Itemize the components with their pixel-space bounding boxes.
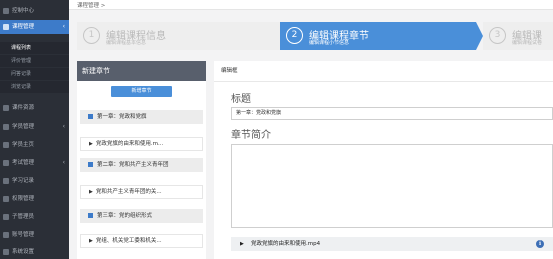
sidebar-item-label: 子管理员 [12,214,35,220]
chapter-item[interactable]: 第二章：党和共产主义青年团 [80,158,203,172]
sidebar-item-learning-records[interactable]: 学习记录 [0,174,69,188]
chapter-item[interactable]: 第三章：党的组织形式 [80,209,203,223]
sidebar-item-course-management[interactable]: 课程管理 ‹ [0,20,69,34]
file-icon [3,105,9,111]
chapter-item[interactable]: 第一章：党政和党旗 [80,110,203,124]
step-1[interactable]: 1 编辑课程信息 编辑课程基本信息 [77,22,280,50]
sidebar-item-dashboard[interactable]: 控制中心 [0,4,69,18]
editor-panel: 编辑框 标题 第一章：党政和党旗 章节简介 ▶ 党政党旗的由来和使用.mp4 i [214,61,553,259]
sidebar-subitem-browse[interactable]: 浏览记录 [0,81,69,93]
step-subtitle: 编辑课程小节信息 [309,40,350,46]
dollar-icon [3,232,9,238]
sidebar-item-label: 账号管理 [12,232,35,238]
chevron-left-icon: ‹ [62,159,65,166]
step-number: 3 [489,27,506,44]
video-file-name: 党政党旗的由来和使用.mp4 [251,241,321,247]
sidebar-item-accounts[interactable]: 账号管理 [0,228,69,242]
sidebar-item-label: 系统设置 [12,249,35,255]
chapter-title: 第三章：党的组织形式 [97,213,153,219]
editor-header: 编辑框 [214,61,553,82]
section-item[interactable]: ▶ 党和共产主义青年团的关... [80,185,203,199]
gear-icon [3,249,9,255]
sidebar-item-courseware[interactable]: 课件资源 [0,101,69,115]
play-icon: ▶ [89,189,93,195]
sidebar: 控制中心 课程管理 ‹ 课程列表 评价管理 问答记录 浏览记录 课件资源 学员管理… [0,0,69,259]
sidebar-subitem-qa[interactable]: 问答记录 [0,68,69,80]
title-input[interactable]: 第一章：党政和党旗 [231,107,553,120]
lock-icon [3,196,9,202]
chapter-title: 第一章：党政和党旗 [97,114,147,120]
title-label: 标题 [231,94,251,105]
chapter-panel-title: 新建章节 [77,61,206,81]
minus-square-icon[interactable] [88,213,93,218]
chapter-title: 第二章：党和共产主义青年团 [97,162,169,168]
play-icon: ▶ [240,241,244,247]
section-title: 党和共产主义青年团的关... [95,189,162,195]
sidebar-item-exams[interactable]: 考试管理 ‹ [0,156,69,170]
section-item[interactable]: ▶ 党组、机关党工委和机关... [80,234,203,248]
sidebar-item-label: 学员主页 [12,142,35,148]
breadcrumb[interactable]: 课程管理 > [77,1,105,9]
sidebar-item-label: 控制中心 [12,8,35,14]
sidebar-item-label: 考试管理 [12,160,35,166]
section-title: 党政党旗的由来和使用.m... [95,141,164,147]
sidebar-item-label: 学习记录 [12,178,35,184]
video-file-row[interactable]: ▶ 党政党旗的由来和使用.mp4 i [231,237,553,251]
sidebar-item-settings[interactable]: 系统设置 [0,245,69,259]
sidebar-subitem-course-list[interactable]: 课程列表 [0,42,69,54]
step-arrow [476,22,483,50]
minus-square-icon[interactable] [88,114,93,119]
dashboard-icon [3,8,9,14]
chevron-left-icon: ‹ [62,123,65,130]
users-icon [3,124,9,130]
sidebar-item-student-home[interactable]: 学员主页 [0,138,69,152]
exam-icon [3,160,9,166]
intro-textarea[interactable] [231,144,553,228]
chevron-left-icon: ‹ [62,23,65,30]
sidebar-item-permissions[interactable]: 权限管理 [0,192,69,206]
section-item[interactable]: ▶ 党政党旗的由来和使用.m... [80,137,203,151]
add-chapter-button[interactable]: 新增章节 [111,86,172,97]
sidebar-item-label: 课件资源 [12,105,35,111]
step-number: 2 [286,27,303,44]
record-icon [3,178,9,184]
info-icon[interactable]: i [536,240,544,248]
minus-square-icon[interactable] [88,162,93,167]
top-bar: 课程管理 > [69,0,553,10]
intro-label: 章节简介 [231,130,271,141]
book-icon [3,24,9,30]
step-3[interactable]: 3 编辑课 编辑课程试卷 [483,22,553,50]
step-subtitle: 编辑课程试卷 [512,40,543,46]
section-title: 党组、机关党工委和机关... [95,238,162,244]
sidebar-item-label: 学员管理 [12,124,35,130]
play-icon: ▶ [89,141,93,147]
step-2[interactable]: 2 编辑课程章节 编辑课程小节信息 [280,22,476,50]
sidebar-item-students[interactable]: 学员管理 ‹ [0,120,69,134]
admin-icon [3,214,9,220]
play-icon: ▶ [89,238,93,244]
sidebar-item-label: 课程管理 [12,24,35,30]
sidebar-item-label: 权限管理 [12,196,35,202]
step-number: 1 [83,27,100,44]
home-icon [3,142,9,148]
sidebar-item-sub-admins[interactable]: 子管理员 [0,210,69,224]
step-subtitle: 编辑课程基本信息 [106,40,147,46]
sidebar-subitem-reviews[interactable]: 评价管理 [0,55,69,67]
chapter-panel: 新建章节 新增章节 第一章：党政和党旗 ▶ 党政党旗的由来和使用.m... 第二章… [77,61,206,259]
